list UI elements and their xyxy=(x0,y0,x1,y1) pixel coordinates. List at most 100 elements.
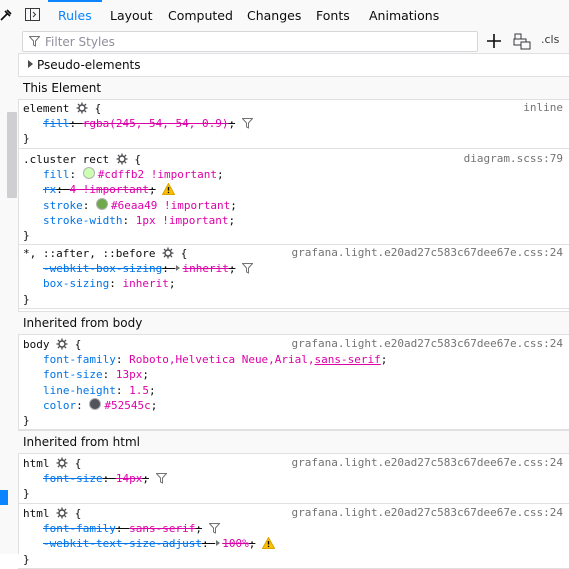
property-name[interactable]: box-sizing xyxy=(43,277,109,290)
property-value[interactable]: 1.5 xyxy=(129,384,149,397)
rule-source-link[interactable]: inline xyxy=(523,101,563,114)
declaration[interactable]: stroke: #6eaa49 !important; xyxy=(43,197,237,213)
tab-changes[interactable]: Changes xyxy=(247,0,301,29)
property-value[interactable]: 4 !important xyxy=(70,183,149,196)
declaration[interactable]: fill: rgba(245, 54, 54, 0.9); xyxy=(43,116,253,131)
declaration[interactable]: stroke-width: 1px !important; xyxy=(43,213,235,228)
selector-highlighter-icon[interactable] xyxy=(116,153,128,165)
property-value[interactable]: 13px xyxy=(116,368,143,381)
property-value[interactable]: 1px !important xyxy=(136,214,229,227)
filter-rules-icon[interactable] xyxy=(155,473,167,484)
scrollbar-thumb[interactable] xyxy=(7,112,17,198)
semicolon: ; xyxy=(380,353,388,367)
rule-source-link[interactable]: grafana.light.e20ad27c583c67dee67e.css:2… xyxy=(291,456,563,469)
declaration[interactable]: fill: #cdffb2 !important; xyxy=(43,167,224,182)
property-name[interactable]: font-size xyxy=(43,472,103,485)
rule-selector[interactable]: html xyxy=(23,457,50,470)
color-swatch[interactable] xyxy=(82,167,95,180)
property-name[interactable]: color xyxy=(43,399,76,412)
color-swatch[interactable] xyxy=(96,197,108,210)
element-picker-icon[interactable] xyxy=(0,8,12,22)
filter-styles-input[interactable] xyxy=(45,32,465,51)
property-value[interactable]: #cdffb2 !important xyxy=(98,168,217,181)
property-name[interactable]: font-family xyxy=(43,522,116,535)
property-value[interactable]: 100% xyxy=(222,537,249,550)
sidebar-toggle-icon[interactable] xyxy=(25,8,40,21)
declaration[interactable]: box-sizing: inherit; xyxy=(43,276,175,291)
expand-triangle-icon[interactable] xyxy=(216,540,221,547)
declaration[interactable]: rx: 4 !important; xyxy=(43,182,176,197)
tab-rules[interactable]: Rules xyxy=(48,0,102,29)
property-name[interactable]: -webkit-text-size-adjust xyxy=(43,537,202,550)
property-name[interactable]: font-size xyxy=(43,368,103,381)
selector-highlighter-icon[interactable] xyxy=(56,338,68,350)
color-swatch[interactable] xyxy=(89,397,102,410)
semicolon: ; xyxy=(228,117,236,131)
property-name[interactable]: -webkit-box-sizing xyxy=(43,262,162,275)
declaration[interactable]: -webkit-box-sizing: inherit; xyxy=(43,261,254,276)
rule-selector[interactable]: .cluster rect xyxy=(23,153,109,166)
declaration[interactable]: font-family: Roboto,Helvetica Neue,Arial… xyxy=(43,352,387,367)
property-value[interactable]: 14px xyxy=(116,472,143,485)
property-value[interactable]: Roboto,Helvetica Neue,Arial, xyxy=(129,353,314,366)
pseudo-elements-toggle[interactable]: Pseudo-elements xyxy=(18,54,569,75)
property-name[interactable]: rx xyxy=(43,183,56,196)
colon: : xyxy=(56,183,70,197)
rule-source-link[interactable]: grafana.light.e20ad27c583c67dee67e.css:2… xyxy=(291,506,563,519)
cls-button[interactable]: .cls xyxy=(541,33,559,46)
expand-triangle-icon[interactable] xyxy=(28,60,33,68)
rule-selector[interactable]: element xyxy=(23,102,69,115)
declaration[interactable]: line-height: 1.5; xyxy=(43,383,156,398)
rule-closing-brace: } xyxy=(23,132,30,146)
property-name[interactable]: stroke-width xyxy=(43,214,122,227)
property-value[interactable]: rgba(245, 54, 54, 0.9) xyxy=(83,117,229,130)
tab-fonts[interactable]: Fonts xyxy=(316,0,350,29)
property-value[interactable]: inherit xyxy=(182,262,228,275)
selector-highlighter-icon[interactable] xyxy=(56,507,68,519)
property-name[interactable]: line-height xyxy=(43,384,116,397)
rule-selector[interactable]: html xyxy=(23,507,50,520)
warning-icon[interactable] xyxy=(162,183,176,196)
property-name[interactable]: stroke xyxy=(43,199,83,212)
declaration[interactable]: color: #52545c; xyxy=(43,397,157,413)
semicolon: ; xyxy=(148,183,156,197)
selector-highlighter-icon[interactable] xyxy=(76,102,88,114)
selector-highlighter-icon[interactable] xyxy=(162,247,174,259)
filter-rules-icon[interactable] xyxy=(241,118,253,129)
property-value-link[interactable]: sans-serif xyxy=(315,353,381,366)
rule-source-link[interactable]: grafana.light.e20ad27c583c67dee67e.css:2… xyxy=(291,337,563,350)
declaration[interactable]: font-size: 13px; xyxy=(43,367,149,382)
rule-source-link[interactable]: grafana.light.e20ad27c583c67dee67e.css:2… xyxy=(291,246,563,259)
print-simulation-icon[interactable] xyxy=(512,31,532,51)
property-name[interactable]: fill xyxy=(43,117,70,130)
rule-selector[interactable]: *, ::after, ::before xyxy=(23,247,155,260)
selection-marker xyxy=(0,490,8,505)
semicolon: ; xyxy=(148,383,156,397)
property-name[interactable]: font-family xyxy=(43,353,116,366)
tab-animations[interactable]: Animations xyxy=(369,0,439,29)
colon: : xyxy=(115,383,130,397)
property-value[interactable]: sans-serif xyxy=(129,522,195,535)
declaration[interactable]: font-size: 14px; xyxy=(43,471,167,486)
property-value[interactable]: inherit xyxy=(122,277,168,290)
pseudo-elements-label: Pseudo-elements xyxy=(37,58,141,72)
filter-rules-icon[interactable] xyxy=(242,263,254,274)
selector-highlighter-icon[interactable] xyxy=(56,457,68,469)
tab-layout[interactable]: Layout xyxy=(110,0,153,29)
add-rule-icon[interactable] xyxy=(484,31,504,51)
property-name[interactable]: fill xyxy=(43,168,70,181)
rule-selector-line: element { xyxy=(23,102,102,115)
expand-triangle-icon[interactable] xyxy=(176,265,181,272)
tab-computed[interactable]: Computed xyxy=(168,0,233,29)
filter-rules-icon[interactable] xyxy=(208,523,220,534)
declaration[interactable]: font-family: sans-serif; xyxy=(43,521,220,536)
rule-selector[interactable]: body xyxy=(23,338,50,351)
warning-icon[interactable] xyxy=(261,537,275,550)
rule-source-link[interactable]: diagram.scss:79 xyxy=(464,152,563,165)
colon: : xyxy=(201,537,216,551)
semicolon: ; xyxy=(228,262,236,276)
property-value[interactable]: #52545c xyxy=(104,399,150,412)
colon: : xyxy=(162,262,176,276)
property-value[interactable]: #6eaa49 !important xyxy=(111,199,230,212)
declaration[interactable]: -webkit-text-size-adjust: 100%; xyxy=(43,536,275,551)
